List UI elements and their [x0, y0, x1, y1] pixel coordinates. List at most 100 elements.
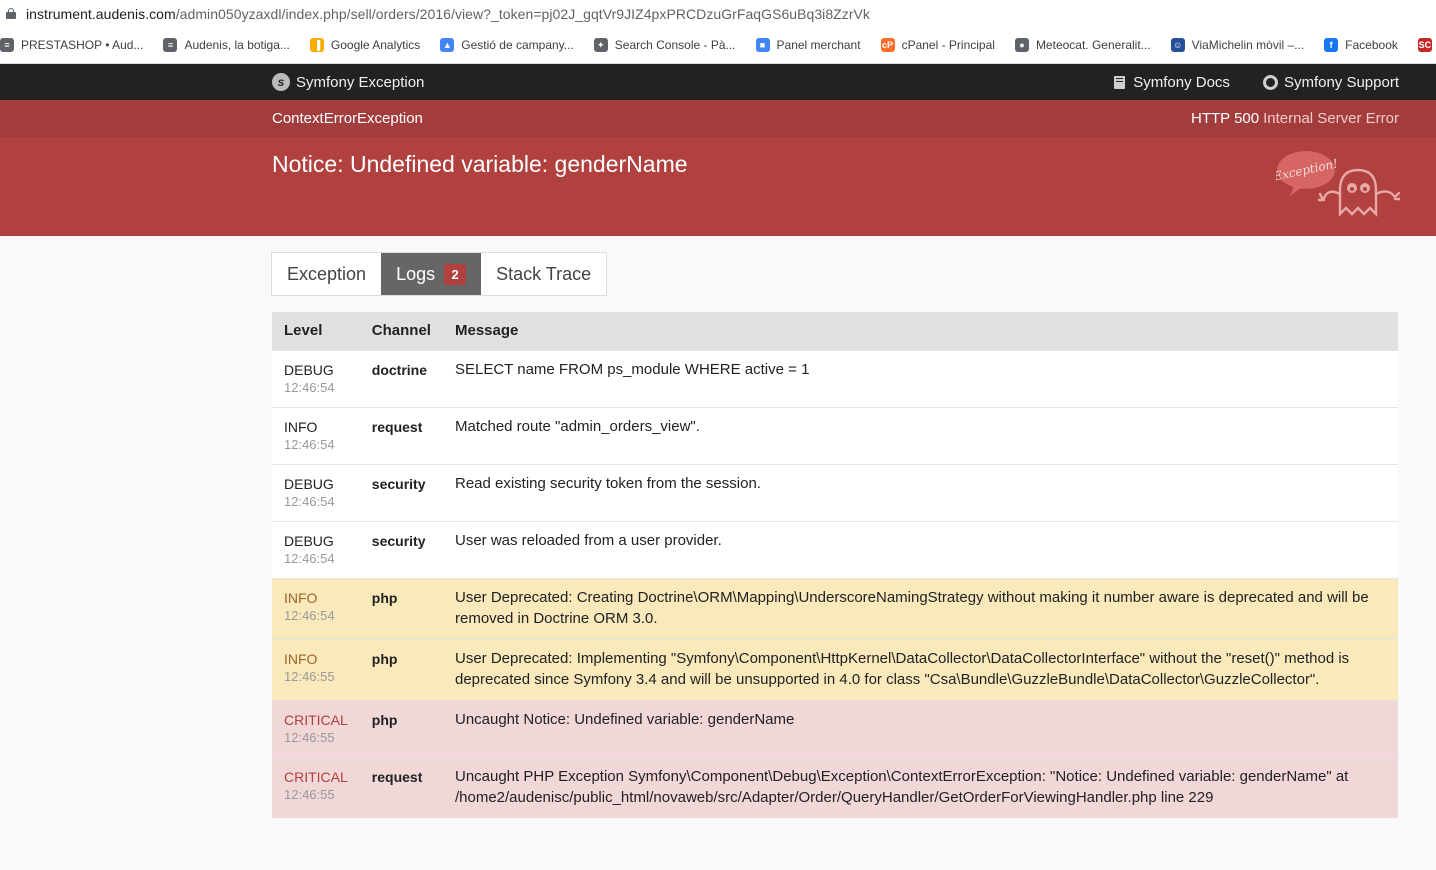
exception-ghost-icon: Exception!: [1276, 151, 1400, 217]
analytics-icon: ▐: [309, 38, 324, 52]
log-time: 12:46:55: [284, 786, 335, 802]
log-channel: php: [371, 589, 398, 606]
exception-summary-bar: ContextErrorException HTTP 500 Internal …: [0, 100, 1436, 137]
list-icon: ≡: [163, 38, 178, 52]
tab-exception[interactable]: Exception: [272, 253, 381, 295]
log-channel-cell: php: [359, 699, 443, 757]
log-time: 12:46:54: [284, 550, 335, 566]
log-level: INFO: [284, 650, 318, 667]
bookmark-label: PRESTASHOP • Aud...: [21, 38, 144, 52]
merchant-icon: ■: [755, 38, 770, 52]
tab-exception-label: Exception: [287, 263, 367, 284]
log-message: Uncaught Notice: Undefined variable: gen…: [442, 699, 1398, 757]
url-text[interactable]: instrument.audenis.com/admin050yzaxdl/in…: [26, 6, 870, 22]
bookmark-label: Search Console - Pà...: [614, 38, 736, 52]
log-level-cell: INFO 12:46:55: [272, 638, 360, 700]
log-message: User was reloaded from a user provider.: [442, 520, 1398, 578]
log-channel-cell: security: [359, 463, 443, 521]
search-console-icon: ✦: [593, 38, 608, 52]
tab-stack-trace[interactable]: Stack Trace: [481, 253, 606, 295]
log-time: 12:46:55: [284, 729, 335, 745]
bookmark-item[interactable]: SCCon: [1417, 38, 1436, 52]
symfony-logo-icon: s: [272, 73, 290, 91]
log-channel: php: [371, 650, 398, 667]
bookmark-label: Gestió de campany...: [461, 38, 574, 52]
bookmark-item[interactable]: ≡ Audenis, la botiga...: [163, 38, 290, 52]
log-level: CRITICAL: [284, 711, 348, 728]
globe-icon: ●: [1014, 38, 1029, 52]
log-message: Read existing security token from the se…: [442, 463, 1398, 521]
exception-message-panel: Notice: Undefined variable: genderName: [0, 137, 1436, 236]
tab-logs-label: Logs: [396, 263, 436, 284]
bookmark-item[interactable]: ▲ Gestió de campany...: [440, 38, 574, 52]
log-message: User Deprecated: Creating Doctrine\ORM\M…: [442, 577, 1398, 639]
address-bar[interactable]: instrument.audenis.com/admin050yzaxdl/in…: [0, 0, 1436, 27]
bookmark-item[interactable]: ● Meteocat. Generalit...: [1014, 38, 1151, 52]
log-channel: security: [371, 475, 426, 492]
log-row: INFO 12:46:54 request Matched route "admin_…: [272, 406, 1398, 464]
bookmark-item[interactable]: ▐ Google Analytics: [309, 38, 421, 52]
symfony-brand[interactable]: s Symfony Exception: [272, 64, 424, 100]
list-icon: ≡: [0, 38, 14, 52]
bookmark-label: Meteocat. Generalit...: [1035, 38, 1151, 52]
log-time: 12:46:54: [284, 379, 335, 395]
http-status: HTTP 500 Internal Server Error: [1191, 100, 1399, 137]
status-text: Internal Server Error: [1263, 110, 1399, 127]
log-level-cell: CRITICAL 12:46:55: [272, 699, 360, 757]
bookmark-label: Google Analytics: [330, 38, 421, 52]
log-channel-cell: php: [359, 638, 443, 700]
logs-table: Level Channel Message DEBUG 12:46:54 doctr…: [272, 312, 1398, 818]
logs-header-row: Level Channel Message: [272, 312, 1398, 350]
log-level: DEBUG: [284, 361, 334, 378]
log-row: CRITICAL 12:46:55 php Uncaught Notice: Unde…: [272, 699, 1398, 757]
log-channel-cell: request: [359, 406, 443, 464]
log-level-cell: DEBUG 12:46:54: [272, 520, 360, 578]
log-channel: request: [371, 418, 423, 435]
symfony-support-link[interactable]: Symfony Support: [1262, 73, 1399, 91]
log-level: INFO: [284, 589, 318, 606]
bookmark-item[interactable]: ≡ PRESTASHOP • Aud...: [0, 38, 143, 52]
bookmark-label: Facebook: [1345, 38, 1398, 52]
log-level: CRITICAL: [284, 768, 348, 785]
log-time: 12:46:55: [284, 668, 335, 684]
brand-label: Symfony Exception: [296, 73, 425, 91]
log-level-cell: INFO 12:46:54: [272, 406, 360, 464]
bookmark-item[interactable]: ■ Panel merchant: [755, 38, 861, 52]
symfony-docs-link[interactable]: Symfony Docs: [1114, 74, 1230, 91]
michelin-icon: ☺: [1170, 38, 1185, 52]
log-row: INFO 12:46:54 php User Deprecated: Creating…: [272, 577, 1398, 639]
exception-class: ContextErrorException: [272, 110, 423, 127]
header-links: Symfony Docs Symfony Support: [1081, 64, 1399, 100]
sc-icon: SC: [1417, 38, 1432, 52]
log-channel: security: [371, 532, 426, 549]
bookmark-item[interactable]: f Facebook: [1324, 38, 1398, 52]
bookmark-item[interactable]: ☺ ViaMichelin mòvil –...: [1170, 38, 1305, 52]
log-time: 12:46:54: [284, 436, 335, 452]
book-icon: [1114, 75, 1126, 89]
bookmark-item[interactable]: ✦ Search Console - Pà...: [593, 38, 736, 52]
log-level-cell: CRITICAL 12:46:55: [272, 756, 360, 818]
log-row: DEBUG 12:46:54 security User was reloaded f…: [272, 520, 1398, 578]
log-channel: request: [371, 768, 423, 785]
cpanel-icon: cP: [880, 38, 895, 52]
log-row: DEBUG 12:46:54 security Read existing secur…: [272, 463, 1398, 521]
logs-count-badge: 2: [444, 263, 467, 285]
log-message: Uncaught PHP Exception Symfony\Component…: [442, 756, 1398, 818]
support-label: Symfony Support: [1283, 73, 1399, 91]
tab-logs[interactable]: Logs 2: [381, 253, 482, 295]
bookmark-label: ViaMichelin mòvil –...: [1191, 38, 1305, 52]
facebook-icon: f: [1324, 38, 1339, 52]
log-row: CRITICAL 12:46:55 request Uncaught PHP Exce…: [272, 756, 1398, 818]
log-level: INFO: [284, 418, 318, 435]
bookmark-item[interactable]: cP cPanel - Principal: [880, 38, 995, 52]
log-level-cell: DEBUG 12:46:54: [272, 349, 360, 407]
log-time: 12:46:54: [284, 493, 335, 509]
docs-label: Symfony Docs: [1133, 73, 1230, 91]
bookmark-label: Panel merchant: [776, 38, 861, 52]
log-channel-cell: php: [359, 577, 443, 639]
exception-tabs: Exception Logs 2 Stack Trace: [271, 252, 608, 296]
lifebuoy-icon: [1262, 74, 1278, 90]
log-level-cell: INFO 12:46:54: [272, 577, 360, 639]
column-header-level: Level: [284, 322, 323, 340]
lock-icon[interactable]: [6, 8, 16, 19]
